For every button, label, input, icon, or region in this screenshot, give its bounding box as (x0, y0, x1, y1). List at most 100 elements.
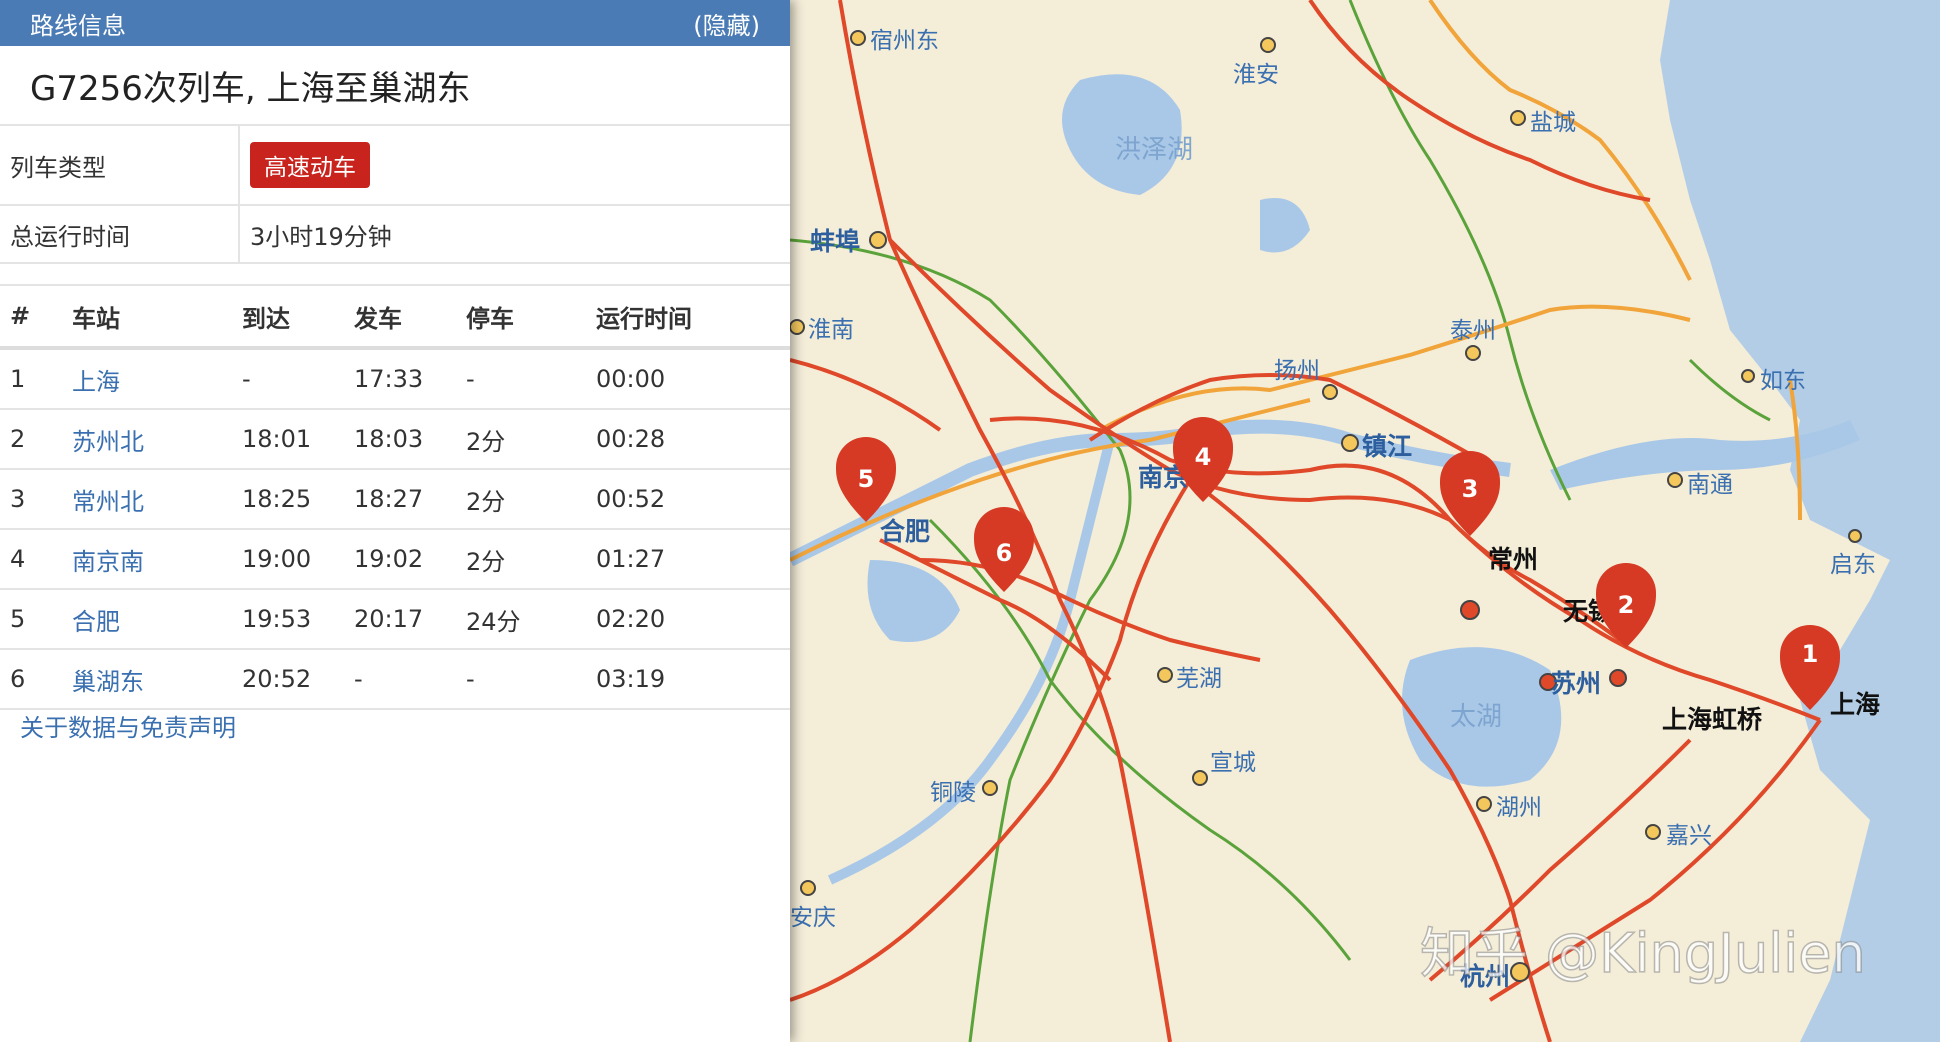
table-row: 1 上海 - 17:33 - 00:00 (0, 348, 790, 410)
elapsed-time: 00:28 (595, 409, 790, 470)
table-row: 6 巢湖东 20:52 - - 03:19 (0, 649, 790, 710)
col-header-arrive: 到达 (241, 286, 353, 350)
elapsed-time: 00:52 (595, 469, 790, 530)
map-canvas: 宿州东 淮安 盐城 蚌埠 淮南 泰州 扬州 如东 镇江 南京 南通 合肥 常州 … (790, 0, 1940, 1042)
section-divider (0, 264, 790, 286)
stop-duration: 2分 (465, 529, 595, 590)
stop-number: 5 (0, 589, 71, 650)
watermark: 知乎 @KingJulien (1420, 922, 1866, 985)
arrive-time: 18:25 (241, 469, 353, 530)
disclaimer-link[interactable]: 关于数据与免责声明 (20, 708, 236, 743)
city-label: 南通 (1687, 472, 1733, 498)
table-row: 5 合肥 19:53 20:17 24分 02:20 (0, 589, 790, 650)
elapsed-time: 00:00 (595, 348, 790, 410)
arrive-time: - (241, 348, 353, 410)
depart-time: 18:03 (353, 409, 465, 470)
depart-time: 18:27 (353, 469, 465, 530)
col-header-stop: 停车 (465, 286, 595, 350)
arrive-time: 18:01 (241, 409, 353, 470)
station-link[interactable]: 巢湖东 (71, 649, 241, 710)
arrive-time: 19:00 (241, 529, 353, 590)
stop-number: 4 (0, 529, 71, 590)
pin-number: 1 (1802, 640, 1819, 668)
red-rail-lines (790, 0, 1822, 1042)
train-type-row: 列车类型 高速动车 (0, 126, 790, 206)
stop-duration: 24分 (465, 589, 595, 650)
stop-duration: 2分 (465, 469, 595, 530)
station-link[interactable]: 南京南 (71, 529, 241, 590)
city-label: 芜湖 (1176, 666, 1222, 692)
city-label: 上海虹桥 (1662, 705, 1762, 734)
panel-header: 路线信息 (隐藏) (0, 0, 790, 46)
stop-number: 1 (0, 348, 71, 410)
arrive-time: 20:52 (241, 649, 353, 710)
city-label: 宿州东 (870, 28, 939, 54)
pin-number: 4 (1195, 443, 1212, 471)
stops-table: # 车站 到达 发车 停车 运行时间 1 上海 - 17:33 - 00:00 … (0, 286, 790, 710)
city-label: 常州 (1488, 545, 1538, 574)
total-time-label: 总运行时间 (0, 206, 240, 262)
city-label: 苏州 (1551, 669, 1601, 698)
table-row: 2 苏州北 18:01 18:03 2分 00:28 (0, 409, 790, 470)
city-label: 盐城 (1530, 110, 1576, 136)
city-label: 上海 (1830, 690, 1880, 719)
rail-map[interactable]: 宿州东 淮安 盐城 蚌埠 淮南 泰州 扬州 如东 镇江 南京 南通 合肥 常州 … (790, 0, 1940, 1042)
total-time-row: 总运行时间 3小时19分钟 (0, 206, 790, 264)
station-link[interactable]: 苏州北 (71, 409, 241, 470)
city-label: 嘉兴 (1666, 823, 1712, 849)
pin-3[interactable]: 3 (1440, 451, 1500, 536)
station-link[interactable]: 合肥 (71, 589, 241, 650)
stop-number: 6 (0, 649, 71, 710)
depart-time: 19:02 (353, 529, 465, 590)
elapsed-time: 03:19 (595, 649, 790, 710)
depart-time: 17:33 (353, 348, 465, 410)
pin-number: 6 (996, 539, 1013, 567)
city-label: 泰州 (1450, 318, 1496, 344)
city-label: 湖州 (1496, 795, 1542, 821)
elapsed-time: 01:27 (595, 529, 790, 590)
col-header-depart: 发车 (353, 286, 465, 350)
city-label: 宣城 (1210, 750, 1256, 776)
train-type-badge: 高速动车 (250, 142, 370, 188)
gaoyou-lake (1260, 198, 1310, 253)
pin-number: 2 (1618, 591, 1635, 619)
pin-number: 3 (1462, 475, 1479, 503)
train-type-label: 列车类型 (0, 126, 240, 204)
arrive-time: 19:53 (241, 589, 353, 650)
city-label: 启东 (1830, 552, 1876, 578)
city-label: 合肥 (880, 517, 930, 546)
col-header-number: # (0, 286, 71, 350)
table-row: 3 常州北 18:25 18:27 2分 00:52 (0, 469, 790, 530)
elapsed-time: 02:20 (595, 589, 790, 650)
city-label: 扬州 (1274, 358, 1320, 384)
city-label: 淮安 (1233, 62, 1279, 88)
col-header-station: 车站 (71, 286, 241, 350)
col-header-elapsed: 运行时间 (595, 286, 790, 350)
stop-duration: - (465, 348, 595, 410)
orange-rail-lines (790, 0, 1802, 562)
stop-duration: 2分 (465, 409, 595, 470)
green-rail-lines (790, 0, 1771, 1042)
depart-time: - (353, 649, 465, 710)
hide-panel-link[interactable]: (隐藏) (693, 6, 760, 41)
city-label: 蚌埠 (810, 227, 860, 256)
city-label: 如东 (1760, 368, 1806, 394)
stop-number: 3 (0, 469, 71, 530)
table-header-row: # 车站 到达 发车 停车 运行时间 (0, 286, 790, 350)
train-title: G7256次列车, 上海至巢湖东 (0, 46, 790, 126)
route-info-panel: 路线信息 (隐藏) G7256次列车, 上海至巢湖东 列车类型 高速动车 总运行… (0, 0, 790, 1042)
city-label: 铜陵 (930, 780, 976, 806)
water-label: 太湖 (1450, 702, 1502, 732)
city-label: 镇江 (1362, 432, 1412, 461)
total-time-value: 3小时19分钟 (250, 222, 392, 251)
city-label: 淮南 (808, 317, 854, 343)
city-label: 安庆 (790, 905, 836, 931)
pin-number: 5 (858, 465, 875, 493)
stop-number: 2 (0, 409, 71, 470)
depart-time: 20:17 (353, 589, 465, 650)
station-link[interactable]: 常州北 (71, 469, 241, 530)
water-label: 洪泽湖 (1115, 135, 1193, 165)
panel-header-title: 路线信息 (30, 11, 126, 40)
sea (1660, 0, 1940, 1042)
station-link[interactable]: 上海 (71, 348, 241, 410)
